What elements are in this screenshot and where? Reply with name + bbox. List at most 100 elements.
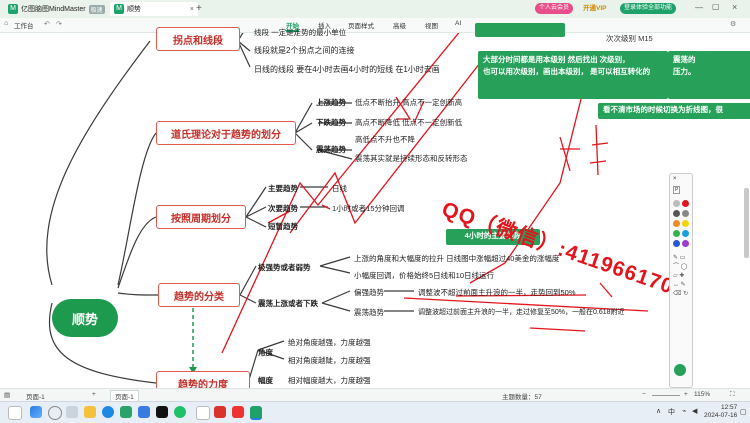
app-icon-black[interactable]: [156, 406, 168, 418]
page-icon[interactable]: ▤: [4, 391, 10, 399]
t1-item-3[interactable]: 日线的线段 要在4小时去画4小时的短线 在1小时去画: [254, 64, 440, 75]
t3-main-desc[interactable]: 日线: [332, 183, 347, 194]
note-line-chart[interactable]: 看不清市场的时候切换为折线图，很: [598, 103, 750, 119]
tab-ai[interactable]: AI: [455, 20, 461, 27]
color-swatch-midgrey[interactable]: [682, 210, 689, 217]
t4-side-a-desc[interactable]: 调整波不超过前面主升浪的一半，走势回到50%: [418, 287, 576, 298]
maximize-icon[interactable]: ▢: [712, 2, 720, 11]
tab-mindmaster[interactable]: M 亿图脑图MindMaster 极速: [4, 2, 109, 16]
m15-label[interactable]: 次次级别 M15: [606, 33, 653, 44]
t2-range-desc1[interactable]: 高低点不升也不降: [355, 134, 415, 145]
page-select[interactable]: 页面-1: [26, 391, 45, 401]
palette-tools[interactable]: ✎ ▭ ⌒ ◯ ▱ ✚ ↔ ✎ ⌫ ↻: [673, 254, 688, 299]
t2-down-desc[interactable]: 高点不断降低 低点不一定创新低: [355, 117, 462, 128]
t2-range[interactable]: 震荡趋势: [316, 144, 346, 155]
topic-trend-types[interactable]: 趋势的分类: [158, 283, 240, 307]
t4-side-b-desc[interactable]: 调整波超过前面主升浪的一半，走过修复至50%，一般在0.618附近: [418, 307, 625, 317]
tab-view[interactable]: 视图: [425, 20, 438, 30]
edge-icon[interactable]: [102, 406, 114, 418]
start-icon[interactable]: [30, 406, 42, 418]
undo-icon[interactable]: ↶: [44, 20, 50, 28]
zoom-slider[interactable]: [652, 395, 680, 396]
pdf-icon[interactable]: [232, 406, 244, 418]
color-swatch-orange[interactable]: [673, 220, 680, 227]
note-range-pressure[interactable]: 震荡的 压力。: [668, 51, 750, 99]
t4-strong[interactable]: 极强势或者弱势: [258, 262, 311, 273]
color-swatch-red[interactable]: [682, 200, 689, 207]
zoom-out-icon[interactable]: −: [642, 391, 646, 398]
task-view-icon[interactable]: [66, 406, 78, 418]
tab-close-icon[interactable]: ×: [190, 6, 194, 13]
color-swatch-darkgrey[interactable]: [673, 210, 680, 217]
zoom-level[interactable]: 115%: [694, 391, 710, 398]
volume-icon[interactable]: ◀: [692, 407, 697, 415]
t1-item-2[interactable]: 线段就是2个拐点之间的连接: [254, 45, 354, 56]
close-window-icon[interactable]: ×: [732, 2, 737, 12]
mindmap-canvas[interactable]: 顺势 拐点和线段 道氏理论对于趋势的划分 按照周期划分 趋势的分类 趋势的力度 …: [0, 23, 750, 395]
t5-amp-a[interactable]: 相对幅度越大，力度越强: [288, 375, 371, 386]
central-topic[interactable]: 顺势: [52, 299, 118, 337]
network-icon[interactable]: ⌁: [682, 407, 686, 415]
t4-side-a[interactable]: 偏强趋势: [354, 287, 384, 298]
file-explorer-icon[interactable]: [84, 406, 96, 418]
t2-down[interactable]: 下跌趋势: [316, 117, 346, 128]
palette-confirm-icon[interactable]: [674, 364, 686, 376]
palette-close-icon[interactable]: ×: [673, 176, 677, 182]
home-icon[interactable]: ⌂: [4, 20, 8, 27]
minimize-icon[interactable]: —: [695, 3, 703, 12]
t5-amp[interactable]: 幅度: [258, 375, 273, 386]
fullscreen-icon[interactable]: ⛶: [730, 391, 735, 399]
t3-short[interactable]: 短暂趋势: [268, 221, 298, 232]
add-page-icon[interactable]: +: [92, 391, 96, 398]
notification-icon[interactable]: ▢: [740, 408, 747, 416]
note-top-partial[interactable]: [475, 23, 565, 37]
wechat-icon[interactable]: [174, 406, 186, 418]
wps-icon[interactable]: [214, 406, 226, 418]
t2-up[interactable]: 上涨趋势: [316, 97, 346, 108]
topic-cycle[interactable]: 按照周期划分: [156, 205, 246, 229]
widgets-icon[interactable]: [8, 406, 22, 420]
topic-dow-theory[interactable]: 道氏理论对于趋势的划分: [156, 121, 296, 145]
color-swatch-cyan[interactable]: [682, 230, 689, 237]
mindmaster-taskbar-icon[interactable]: [250, 406, 262, 420]
tray-arrow-icon[interactable]: ∧: [656, 407, 661, 415]
palette-size-icon[interactable]: P: [673, 186, 681, 194]
settings-icon[interactable]: ⚙: [730, 20, 736, 28]
search-icon[interactable]: [48, 406, 62, 420]
color-swatch-green[interactable]: [673, 230, 680, 237]
redo-icon[interactable]: ↷: [56, 20, 62, 28]
t4-sideways[interactable]: 震荡上涨或者下跌: [258, 298, 318, 309]
t1-item-1[interactable]: 线段 一定是走势的最小单位: [254, 27, 346, 38]
color-swatch-yellow[interactable]: [682, 220, 689, 227]
t5-angle-b[interactable]: 相对角度越陡，力度越强: [288, 355, 371, 366]
vip-button[interactable]: 开通VIP: [580, 3, 609, 14]
vertical-scrollbar[interactable]: [744, 188, 749, 258]
zoom-in-icon[interactable]: +: [684, 391, 688, 398]
ime-indicator[interactable]: 中: [668, 407, 675, 417]
topic-turning-points[interactable]: 拐点和线段: [156, 27, 240, 51]
color-swatch-purple[interactable]: [682, 240, 689, 247]
t5-angle[interactable]: 角度: [258, 347, 273, 358]
t4-side-b[interactable]: 震荡趋势: [354, 307, 384, 318]
t3-second-desc[interactable]: 1小时或者15分钟回调: [332, 203, 405, 214]
pen-palette[interactable]: × P ✎ ▭ ⌒ ◯ ▱ ✚ ↔ ✎ ⌫ ↻: [669, 173, 693, 388]
color-swatch-grey[interactable]: [673, 200, 680, 207]
app-icon-blue[interactable]: [138, 406, 150, 418]
tab-document[interactable]: M 顺势 ×: [110, 2, 198, 16]
tab-page-style[interactable]: 页面样式: [348, 20, 374, 30]
t2-range-desc2[interactable]: 震荡其实就是持续形态和反转形态: [355, 153, 468, 164]
app-icon-green[interactable]: [120, 406, 132, 418]
t5-angle-a[interactable]: 绝对角度越强，力度越强: [288, 337, 371, 348]
clock[interactable]: 12:57 2024-07-16: [704, 404, 737, 420]
t2-up-desc[interactable]: 低点不断抬升 高点不一定创新高: [355, 97, 462, 108]
t4-strong-desc2[interactable]: 小幅度回调，价格始终5日线和10日线运行: [354, 270, 494, 281]
t4-strong-desc1[interactable]: 上涨的角度和大幅度的拉升 日线图中涨幅超过40美金的涨幅度: [354, 253, 559, 264]
t3-second[interactable]: 次要趋势: [268, 203, 298, 214]
photos-icon[interactable]: [196, 406, 210, 420]
note-level-switch[interactable]: 大部分时间都是用本级别 然后找出 次级别， 也可以用次级别，画出本级别， 是可以…: [478, 51, 668, 99]
t3-main[interactable]: 主要趋势: [268, 183, 298, 194]
workspace-button[interactable]: 工作台: [14, 20, 34, 30]
cloud-member-badge[interactable]: 个人云会员: [535, 3, 574, 14]
new-tab-icon[interactable]: +: [196, 3, 202, 14]
color-swatch-blue[interactable]: [673, 240, 680, 247]
